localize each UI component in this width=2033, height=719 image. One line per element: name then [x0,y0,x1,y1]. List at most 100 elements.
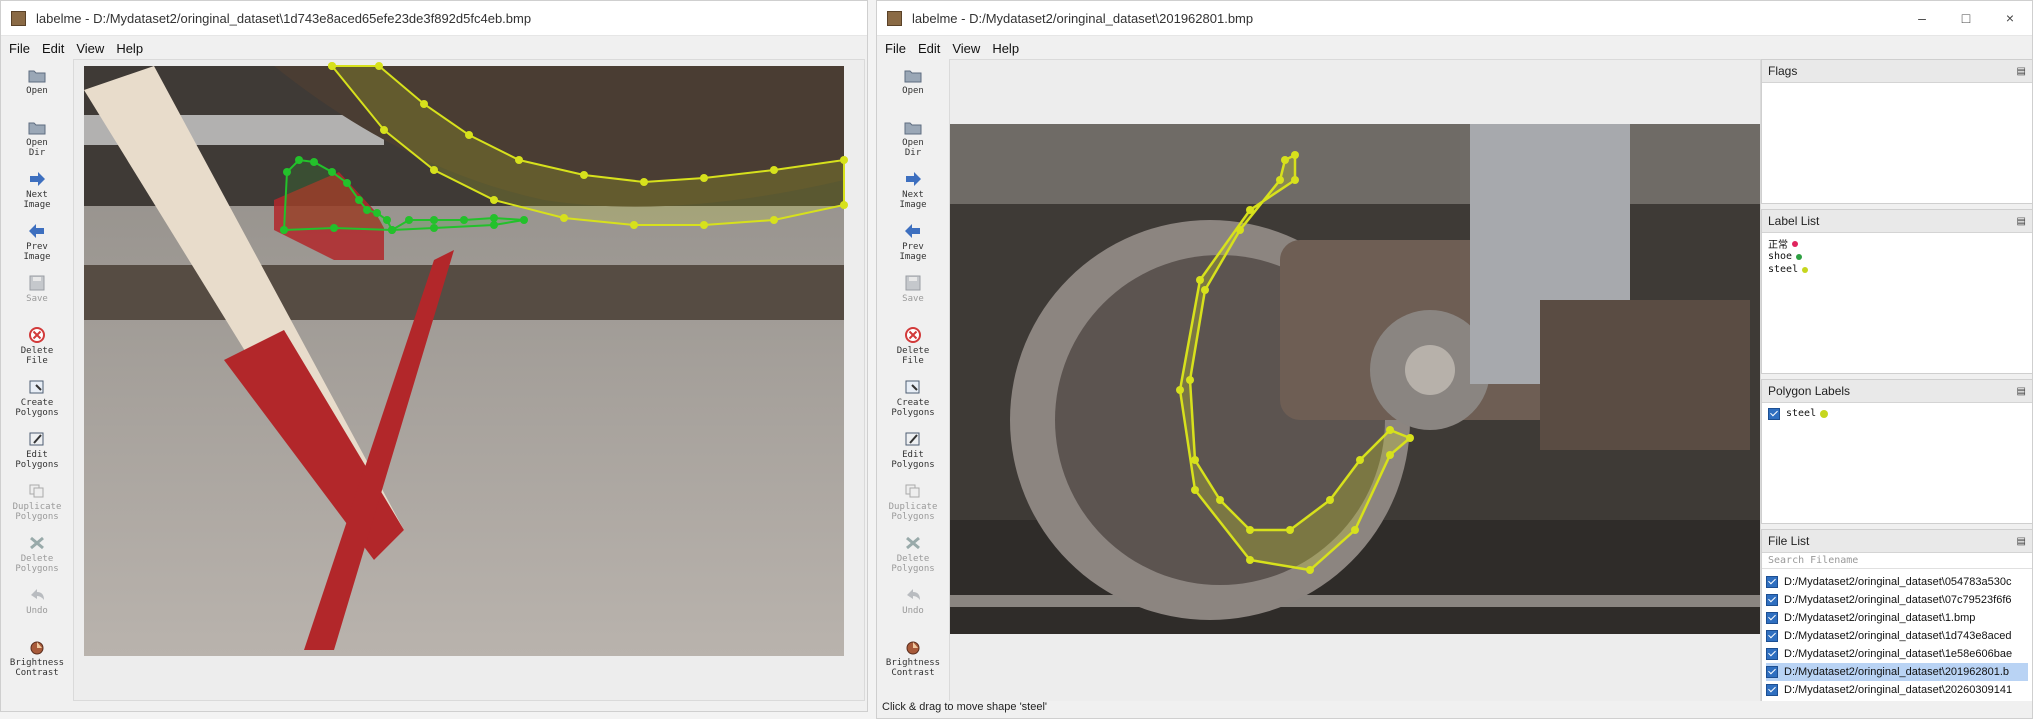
dock-float-icon[interactable]: ▤ [2017,536,2026,547]
polygon-vertex[interactable] [700,221,708,229]
open-button[interactable]: Open [1,63,73,115]
polygon-vertex[interactable] [1191,456,1199,464]
open-button[interactable]: Open [877,63,949,115]
polygon-vertex[interactable] [1201,286,1209,294]
polygon-vertex[interactable] [283,168,291,176]
polygon-vertex[interactable] [490,221,498,229]
polygon-vertex[interactable] [1291,176,1299,184]
polygon-vertex[interactable] [1386,451,1394,459]
polygon-vertex[interactable] [330,224,338,232]
polygon-vertex[interactable] [1291,151,1299,159]
polygon-vertex[interactable] [465,131,473,139]
delete-polygons-button[interactable]: Delete Polygons [1,531,73,583]
image-canvas[interactable] [949,59,1761,706]
file-checkbox[interactable] [1766,594,1778,606]
polygon-vertex[interactable] [1236,226,1244,234]
polygon-vertex[interactable] [1351,526,1359,534]
menu-file[interactable]: File [9,41,30,56]
file-checkbox[interactable] [1766,576,1778,588]
polygon-vertex[interactable] [1276,176,1284,184]
polygon-vertex[interactable] [420,100,428,108]
file-list-item[interactable]: D:/Mydataset2/oringinal_dataset\1.bmp [1766,609,2028,627]
file-checkbox[interactable] [1766,648,1778,660]
duplicate-polygons-button[interactable]: Duplicate Polygons [877,479,949,531]
edit-polygons-button[interactable]: Edit Polygons [877,427,949,479]
label-list-item[interactable]: 正常 [1768,237,2026,251]
polygon-vertex[interactable] [310,158,318,166]
save-button[interactable]: Save [877,271,949,323]
polygon-vertex[interactable] [328,62,336,70]
polygon-vertex[interactable] [520,216,528,224]
polygon-vertex[interactable] [405,216,413,224]
file-checkbox[interactable] [1766,666,1778,678]
image-canvas[interactable] [73,59,865,701]
prev-image-button[interactable]: Prev Image [877,219,949,271]
polygon-vertex[interactable] [383,216,391,224]
polygon-vertex[interactable] [490,214,498,222]
file-list-item[interactable]: D:/Mydataset2/oringinal_dataset\1d743e8a… [1766,627,2028,645]
polygon-vertex[interactable] [640,178,648,186]
dock-float-icon[interactable]: ▤ [2017,216,2026,227]
polygon-vertex[interactable] [375,62,383,70]
visibility-checkbox[interactable] [1768,407,1780,420]
polygon-vertex[interactable] [388,226,396,234]
polygon-vertex[interactable] [490,196,498,204]
polygon-label-item[interactable]: steel [1768,407,2026,420]
polygon-vertex[interactable] [430,166,438,174]
file-search-input[interactable]: Search Filename [1762,553,2032,569]
save-button[interactable]: Save [1,271,73,323]
file-list-item[interactable]: D:/Mydataset2/oringinal_dataset\20260309… [1766,681,2028,699]
annotated-image[interactable] [950,60,1760,705]
label-list-item[interactable]: shoe [1768,250,2026,263]
polygon-vertex[interactable] [840,201,848,209]
polygon-vertex[interactable] [630,221,638,229]
minimize-button[interactable]: – [1900,1,1944,35]
polygon-vertex[interactable] [1306,566,1314,574]
polygon-vertex[interactable] [1186,376,1194,384]
file-list-item[interactable]: D:/Mydataset2/oringinal_dataset\054783a5… [1766,573,2028,591]
dock-float-icon[interactable]: ▤ [2017,66,2026,77]
close-button[interactable]: × [1988,1,2032,35]
dock-float-icon[interactable]: ▤ [2017,386,2026,397]
label-list-item[interactable]: steel [1768,263,2026,276]
polygon-vertex[interactable] [1286,526,1294,534]
polygon-vertex[interactable] [700,174,708,182]
menu-edit[interactable]: Edit [918,41,940,56]
polygon-vertex[interactable] [1326,496,1334,504]
file-list-item[interactable]: D:/Mydataset2/oringinal_dataset\1e58e606… [1766,645,2028,663]
polygon-vertex[interactable] [373,209,381,217]
polygon-vertex[interactable] [363,206,371,214]
polygon-vertex[interactable] [430,224,438,232]
file-checkbox[interactable] [1766,630,1778,642]
prev-image-button[interactable]: Prev Image [1,219,73,271]
polygon-vertex[interactable] [1196,276,1204,284]
file-checkbox[interactable] [1766,612,1778,624]
polygon-vertex[interactable] [770,216,778,224]
polygon-vertex[interactable] [355,196,363,204]
polygon-vertex[interactable] [1246,206,1254,214]
undo-button[interactable]: Undo [1,583,73,635]
duplicate-polygons-button[interactable]: Duplicate Polygons [1,479,73,531]
polygon-vertex[interactable] [560,214,568,222]
file-list-item[interactable]: D:/Mydataset2/oringinal_dataset\07c79523… [1766,591,2028,609]
polygon-vertex[interactable] [328,168,336,176]
delete-file-button[interactable]: Delete File [877,323,949,375]
polygon-vertex[interactable] [1176,386,1184,394]
delete-polygons-button[interactable]: Delete Polygons [877,531,949,583]
polygon-vertex[interactable] [295,156,303,164]
open-dir-button[interactable]: Open Dir [1,115,73,167]
polygon-vertex[interactable] [515,156,523,164]
annotated-image[interactable] [74,60,864,700]
polygon-vertex[interactable] [280,226,288,234]
polygon-vertex[interactable] [380,126,388,134]
file-list-item[interactable]: D:/Mydataset2/oringinal_dataset\20196280… [1766,663,2028,681]
brightness-contrast-button[interactable]: Brightness Contrast [1,635,73,687]
polygon-vertex[interactable] [1386,426,1394,434]
edit-polygons-button[interactable]: Edit Polygons [1,427,73,479]
polygon-vertex[interactable] [840,156,848,164]
polygon-vertex[interactable] [1406,434,1414,442]
menu-view[interactable]: View [952,41,980,56]
polygon-vertex[interactable] [1191,486,1199,494]
next-image-button[interactable]: Next Image [1,167,73,219]
polygon-vertex[interactable] [1356,456,1364,464]
